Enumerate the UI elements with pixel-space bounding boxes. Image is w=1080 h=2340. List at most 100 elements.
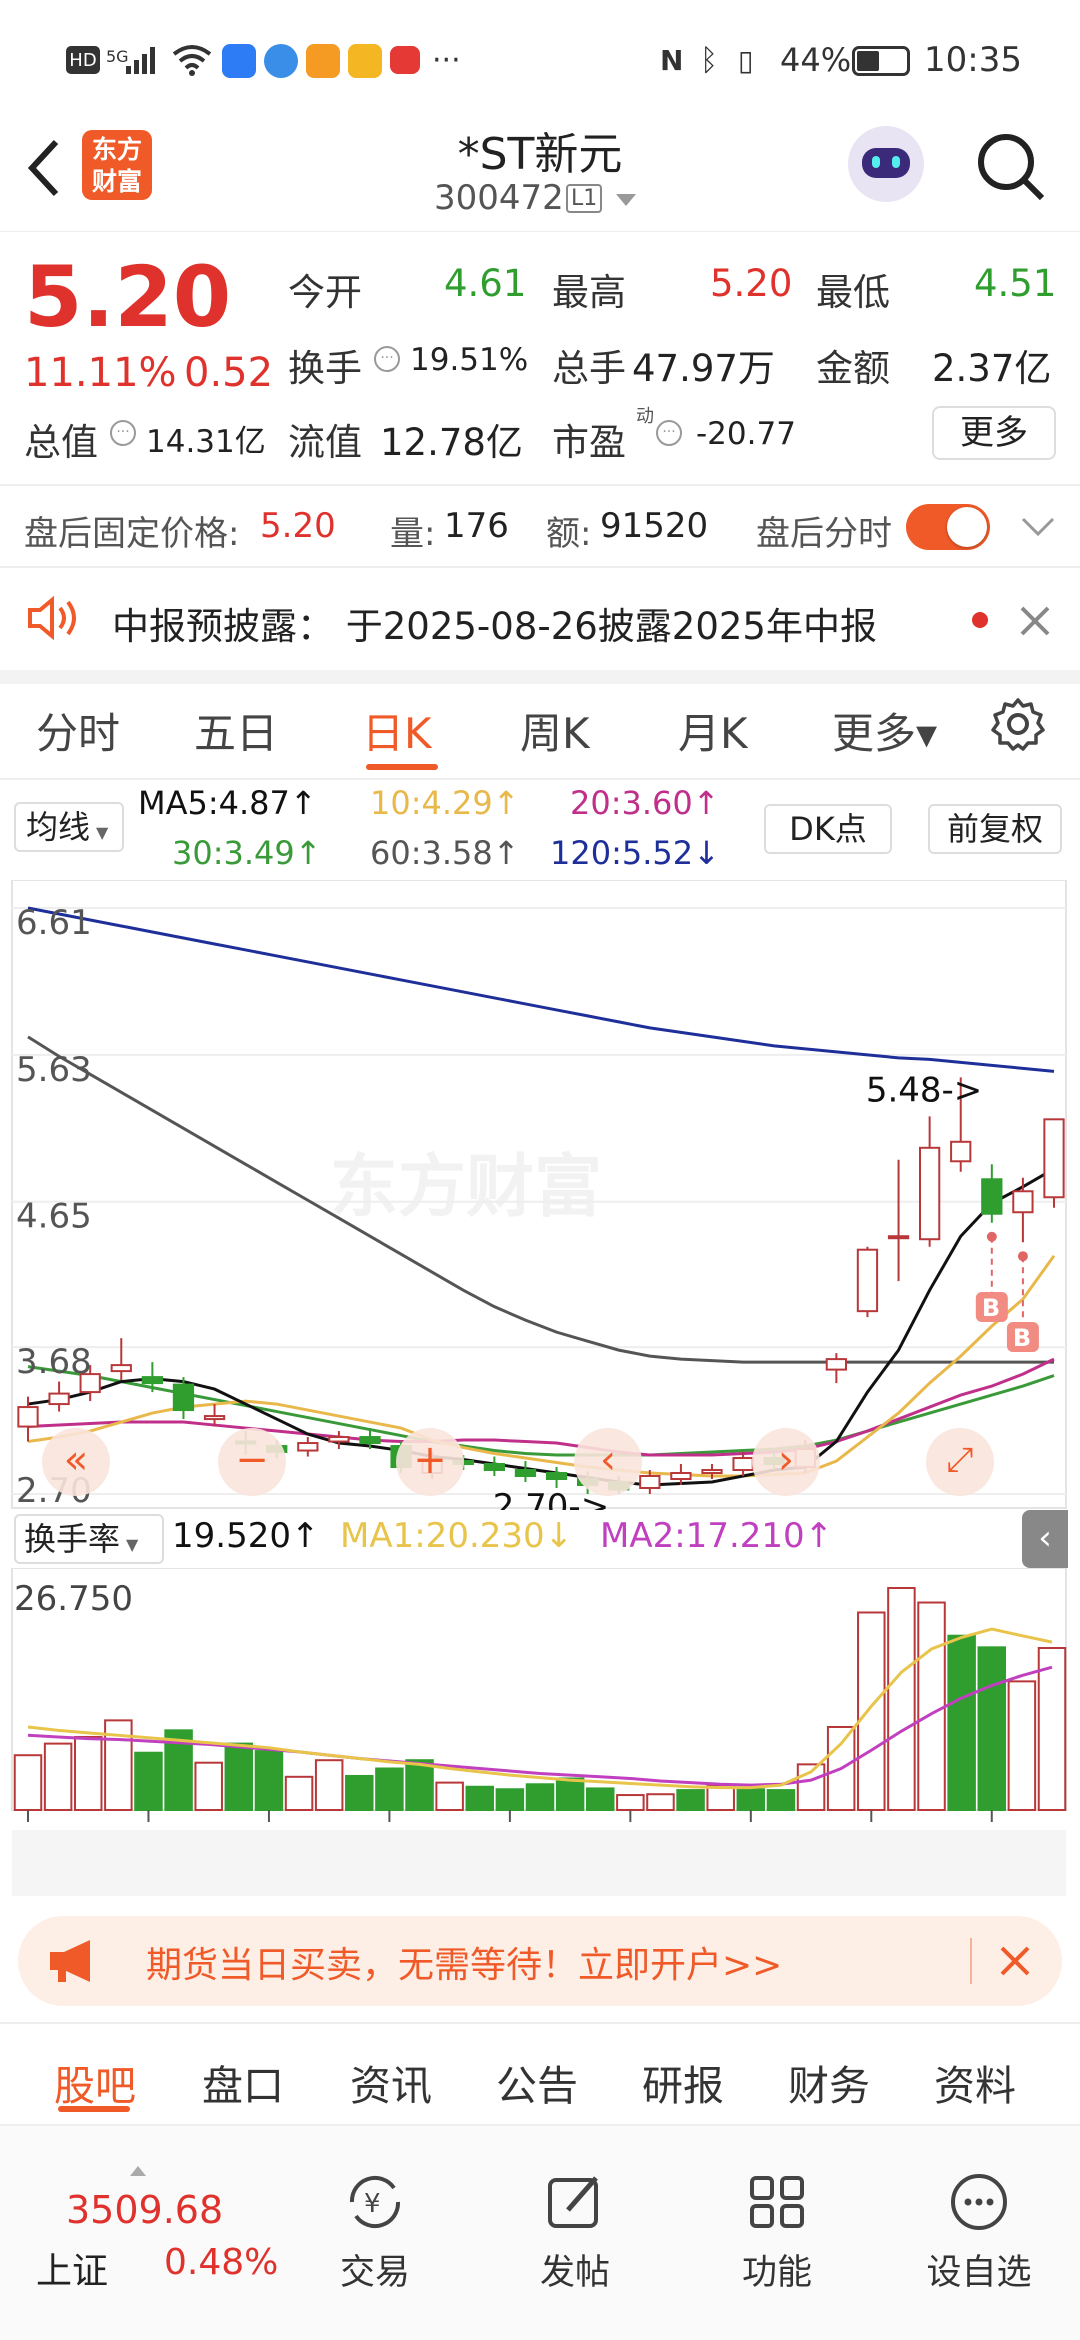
candle-body — [17, 1406, 39, 1428]
divider — [0, 484, 1080, 486]
turnover-bar — [525, 1783, 555, 1812]
info-icon[interactable]: ··· — [656, 420, 682, 446]
battery-percent: 44% — [780, 41, 852, 79]
index-change[interactable]: 0.48% — [164, 2242, 278, 2283]
next-icon[interactable]: › — [752, 1428, 820, 1496]
tab-news[interactable]: 资讯 — [350, 2052, 432, 2112]
info-icon[interactable]: ··· — [374, 346, 400, 372]
turnover-bar — [977, 1646, 1007, 1811]
ma30-label: 30:3.49↑ — [172, 834, 322, 872]
tab-order-book[interactable]: 盘口 — [202, 2052, 284, 2112]
divider — [0, 670, 1080, 684]
tab-more[interactable]: 更多▾ — [832, 700, 937, 761]
buy-marker-dot — [1017, 1251, 1028, 1262]
nav-functions[interactable]: 功能 — [702, 2170, 852, 2295]
previous-icon[interactable]: ‹ — [574, 1428, 642, 1496]
close-icon[interactable] — [1018, 604, 1052, 638]
chevron-down-icon[interactable] — [614, 192, 638, 208]
turnover-bar — [194, 1761, 223, 1811]
app-icon — [306, 44, 340, 78]
candle-body — [328, 1436, 350, 1443]
float-cap-value: 12.78亿 — [380, 421, 523, 464]
float-cap-label: 流值 — [288, 421, 362, 464]
price-annotation: 5.48-> — [866, 1070, 982, 1110]
svg-text:¥: ¥ — [364, 2189, 381, 2219]
more-icon: ··· — [432, 42, 461, 78]
chevron-down-icon[interactable] — [1020, 516, 1056, 538]
gear-icon[interactable] — [990, 696, 1046, 752]
divider — [970, 1938, 972, 1984]
tab-guba[interactable]: 股吧 — [54, 2052, 136, 2112]
turnover-bar — [585, 1787, 615, 1811]
ma20-label: 20:3.60↑ — [570, 784, 720, 822]
candle-body — [887, 1235, 910, 1240]
nav-post[interactable]: 发帖 — [500, 2170, 650, 2295]
adjust-price-button[interactable]: 前复权 — [928, 804, 1062, 854]
nav-add-watchlist[interactable]: 设自选 — [904, 2170, 1054, 2295]
amount-label: 金额 — [816, 347, 890, 390]
tab-five-day[interactable]: 五日 — [194, 700, 278, 761]
index-name[interactable]: 上证 — [36, 2242, 108, 2294]
nav-label: 设自选 — [926, 2253, 1032, 2293]
turnover-bar — [43, 1742, 73, 1812]
indicator-select[interactable]: 均线 ▼ — [14, 802, 124, 852]
turnover-label: 换手 — [288, 347, 362, 390]
stock-header: 东方 财富 *ST新元 300472 L1 — [0, 112, 1080, 232]
robot-assistant-icon[interactable] — [848, 126, 924, 202]
candle-body — [825, 1358, 848, 1371]
chart-scroll-track[interactable] — [12, 1830, 1066, 1896]
battery-icon — [852, 46, 910, 76]
collapse-panel-icon[interactable]: ‹ — [1022, 1510, 1068, 1568]
close-icon[interactable] — [998, 1944, 1032, 1978]
wifi-icon — [172, 45, 212, 76]
info-icon[interactable]: ··· — [110, 420, 136, 446]
candle-body — [203, 1415, 226, 1421]
grid-icon — [750, 2176, 804, 2228]
scroll-left-icon[interactable]: « — [42, 1428, 110, 1496]
tab-monthly-k[interactable]: 月K — [678, 700, 748, 761]
dk-point-button[interactable]: DK点 — [764, 804, 892, 854]
low-value: 4.51 — [974, 262, 1057, 305]
volume-label: 总手 — [552, 347, 626, 390]
pe-value: -20.77 — [696, 416, 796, 452]
zoom-in-icon[interactable]: + — [396, 1428, 464, 1496]
ma10-label: 10:4.29↑ — [370, 784, 520, 822]
candle-body — [1043, 1118, 1065, 1199]
nav-trade[interactable]: ¥ 交易 — [300, 2170, 450, 2295]
market-level-tag[interactable]: L1 — [566, 184, 603, 213]
buy-marker-label: B — [982, 1294, 1000, 1322]
notice-text[interactable]: 中报预披露： 于2025-08-26披露2025年中报 — [112, 596, 877, 650]
pe-dynamic-tag: 动 — [636, 406, 654, 427]
sub-indicator-label: 换手率 — [24, 1520, 121, 1558]
fullscreen-icon[interactable]: ⤢ — [926, 1428, 994, 1496]
candle-body — [701, 1469, 723, 1475]
zoom-out-icon[interactable]: − — [218, 1428, 286, 1496]
kline-chart[interactable]: 东方财富 6.615.634.653.682.70 5.48->2.70->BB — [0, 880, 1080, 1510]
tab-finance[interactable]: 财务 — [788, 2052, 870, 2112]
tab-research[interactable]: 研报 — [642, 2052, 724, 2112]
after-hours-toggle[interactable] — [906, 504, 990, 550]
tab-daily-k[interactable]: 日K — [362, 700, 432, 761]
tab-announcements[interactable]: 公告 — [496, 2052, 578, 2112]
more-circle-icon — [951, 2174, 1007, 2230]
promo-text[interactable]: 期货当日买卖，无需等待！立即开户>> — [146, 1936, 782, 1988]
search-icon[interactable] — [974, 130, 1048, 204]
watermark: 东方财富 — [330, 1148, 602, 1227]
turnover-bar — [766, 1789, 796, 1812]
sub-indicator-select[interactable]: 换手率 ▼ — [14, 1514, 164, 1564]
nav-label: 交易 — [339, 2253, 410, 2293]
index-value[interactable]: 3509.68 — [66, 2188, 223, 2232]
tab-indicator — [366, 764, 438, 770]
caret-up-icon — [130, 2166, 146, 2176]
promo-banner[interactable]: 期货当日买卖，无需等待！立即开户>> — [18, 1916, 1062, 2006]
tab-intraday[interactable]: 分时 — [36, 700, 120, 761]
more-button[interactable]: 更多 — [932, 406, 1056, 460]
tab-profile[interactable]: 资料 — [934, 2052, 1016, 2112]
turnover-bar — [857, 1611, 886, 1812]
candle-body — [918, 1146, 941, 1241]
nav-label: 功能 — [741, 2253, 812, 2293]
turnover-bar — [465, 1785, 495, 1812]
turnover-bar — [495, 1788, 525, 1811]
tab-weekly-k[interactable]: 周K — [520, 700, 590, 761]
turnover-bar — [254, 1750, 284, 1811]
